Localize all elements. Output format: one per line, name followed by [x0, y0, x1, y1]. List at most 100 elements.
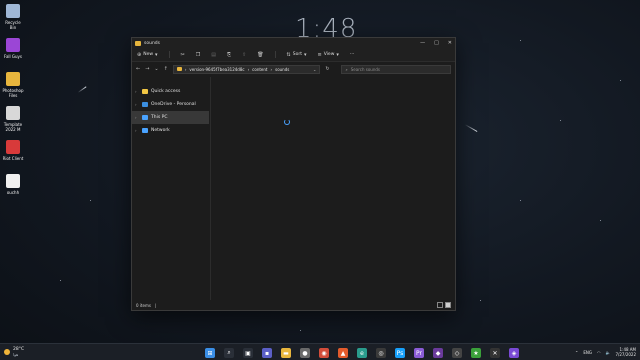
desktop-icon[interactable]: ouchh [2, 172, 24, 206]
folder-icon [176, 67, 182, 71]
desktop-icon-label: Recycle Bin [5, 20, 21, 30]
desktop-icon[interactable]: Template 2022 M [2, 104, 24, 138]
app4-icon[interactable]: ★ [471, 348, 481, 358]
wifi-icon[interactable]: ◠ [597, 350, 601, 355]
rename-icon: ⎘ [226, 51, 231, 58]
search-input[interactable]: ⌕ Search sounds [340, 64, 451, 74]
weather-widget[interactable]: 28°C هوا [0, 347, 24, 357]
nav-item[interactable]: › This PC [132, 111, 209, 124]
window-title: sounds [144, 40, 161, 46]
new-label: New [143, 52, 154, 57]
chevron-right-icon[interactable]: › [135, 115, 139, 120]
brave-icon[interactable]: ▲ [338, 348, 348, 358]
edge-icon[interactable]: e [357, 348, 367, 358]
copy-button[interactable]: ❐ [196, 52, 200, 58]
nav-item[interactable]: › OneDrive - Personal [132, 98, 210, 111]
copy-icon: ❐ [195, 51, 201, 58]
taskbar-clock[interactable]: 1:48 AM 7/27/2022 [615, 347, 636, 357]
paste-icon: ▤ [211, 51, 216, 58]
fall-guys-icon [6, 38, 20, 52]
star-icon [142, 89, 148, 94]
app6-icon[interactable]: ◈ [509, 348, 519, 358]
minimize-button[interactable]: — [420, 40, 425, 46]
navigation-pane: › Quick access › OneDrive - Personal › This P… [132, 77, 211, 300]
rename-button[interactable]: ⎘ [227, 52, 231, 58]
search-icon[interactable]: ⌕ [224, 348, 234, 358]
desktop-icon[interactable]: Recycle Bin [2, 2, 24, 36]
premiere-icon[interactable]: Pr [414, 348, 424, 358]
paste-button[interactable]: ▤ [211, 52, 216, 58]
chrome-icon[interactable]: ◉ [319, 348, 329, 358]
chevron-right-icon[interactable]: › [135, 102, 139, 107]
chevron-down-icon: ▾ [303, 51, 307, 58]
close-button[interactable]: ✕ [448, 40, 452, 46]
more-label: ··· [349, 52, 355, 57]
maximize-button[interactable]: □ [434, 40, 439, 46]
breadcrumb-segment[interactable]: version-9645f7bea3124d8c [189, 67, 244, 72]
delete-button[interactable]: 🗑 [257, 52, 263, 58]
breadcrumb-separator: › [247, 66, 250, 72]
language-indicator[interactable]: ENG [583, 350, 592, 355]
breadcrumb-segment[interactable]: content [252, 67, 267, 72]
breadcrumb-separator: › [184, 66, 187, 72]
photoshop-icon[interactable]: Ps [395, 348, 405, 358]
forward-button[interactable]: → [145, 66, 149, 72]
recent-dropdown-button[interactable]: ⌄ [154, 66, 158, 72]
app3-icon[interactable]: ◇ [452, 348, 462, 358]
view-button[interactable]: ≡ View ▾ [318, 52, 339, 58]
sun-icon [4, 349, 10, 355]
cut-button[interactable]: ✂ [181, 52, 185, 58]
share-button[interactable]: ⇪ [242, 52, 246, 58]
title-bar[interactable]: sounds — □ ✕ [132, 38, 455, 48]
search-icon: ⌕ [345, 66, 348, 72]
chevron-down-icon: ▾ [336, 51, 339, 58]
view-label: View [323, 52, 335, 57]
nav-item[interactable]: › Quick access [132, 85, 210, 98]
file-explorer-window: sounds — □ ✕ ⊕ New ▾ ✂ ❐ ▤ ⎘ ⇪ 🗑 ⇅ Sort … [131, 37, 456, 311]
app5-icon[interactable]: ✕ [490, 348, 500, 358]
tiles-view-button[interactable] [445, 302, 451, 308]
desktop-icon[interactable]: Photoshop Files [2, 70, 24, 104]
up-button[interactable]: ↑ [164, 66, 168, 72]
app-icon[interactable]: ● [300, 348, 310, 358]
breadcrumb-segment[interactable]: sounds [275, 67, 289, 72]
chevron-right-icon[interactable]: › [135, 89, 139, 94]
explorer-body: › Quick access › OneDrive - Personal › This P… [132, 77, 455, 300]
more-button[interactable]: ··· [350, 52, 354, 57]
system-tray: ⌃ ENG ◠ 🔈 1:48 AM 7/27/2022 [575, 347, 636, 357]
file-list-area[interactable] [211, 77, 455, 300]
sort-label: Sort [292, 52, 302, 57]
app2-icon[interactable]: ◆ [433, 348, 443, 358]
status-separator: | [154, 302, 157, 308]
sort-button[interactable]: ⇅ Sort ▾ [287, 52, 307, 58]
taskbar-apps: ⊞ ⌕ ▣ ▪ ▬ ● ◉ ▲ e ◎ Ps Pr ◆ ◇ ★ ✕ ◈ [205, 348, 519, 358]
chevron-down-icon: ▾ [155, 51, 158, 58]
desktop-icon[interactable]: Fall Guys [2, 36, 24, 70]
desktop-icons: Recycle Bin Fall Guys Photoshop Files Templ… [2, 2, 24, 206]
desktop-icon-label: ouchh [6, 190, 20, 195]
obs-icon[interactable]: ◎ [376, 348, 386, 358]
refresh-button[interactable]: ↻ [325, 66, 329, 72]
chat-icon[interactable]: ▪ [262, 348, 272, 358]
new-button[interactable]: ⊕ New ▾ [137, 52, 158, 58]
sort-icon: ⇅ [286, 51, 291, 58]
chevron-up-icon[interactable]: ⌃ [575, 350, 578, 355]
details-view-button[interactable] [437, 302, 443, 308]
chevron-right-icon[interactable]: › [135, 128, 139, 133]
start-icon[interactable]: ⊞ [205, 348, 215, 358]
desktop-icon[interactable]: Riot Client [2, 138, 24, 172]
address-bar[interactable]: › version-9645f7bea3124d8c › content › s… [172, 64, 321, 74]
back-button[interactable]: ← [136, 66, 140, 72]
nav-item-label: This PC [151, 115, 168, 120]
trash-icon: 🗑 [257, 51, 264, 58]
breadcrumb-separator: › [270, 66, 273, 72]
chevron-down-icon[interactable]: ⌄ [313, 67, 316, 72]
loading-spinner-icon [284, 119, 290, 125]
file-explorer-icon[interactable]: ▬ [281, 348, 291, 358]
divider [274, 51, 276, 58]
address-row: ← → ⌄ ↑ › version-9645f7bea3124d8c › con… [132, 62, 455, 76]
template-icon [6, 106, 20, 120]
task-view-icon[interactable]: ▣ [243, 348, 253, 358]
volume-icon[interactable]: 🔈 [606, 350, 611, 355]
nav-item[interactable]: › Network [132, 124, 210, 137]
